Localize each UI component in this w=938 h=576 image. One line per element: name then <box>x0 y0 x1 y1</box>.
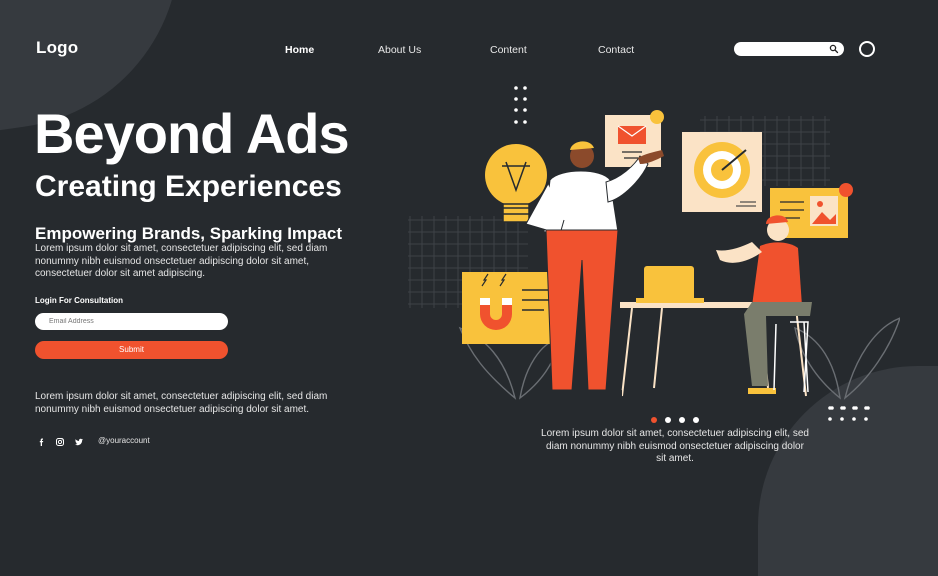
nav-home[interactable]: Home <box>285 44 314 56</box>
hero-tagline: Empowering Brands, Sparking Impact <box>35 224 343 243</box>
carousel-dot-2[interactable] <box>665 417 671 423</box>
facebook-icon[interactable] <box>37 437 47 447</box>
social-handle[interactable]: @youraccount <box>98 436 150 445</box>
hero-title: Beyond Ads <box>34 102 350 165</box>
carousel-dot-3[interactable] <box>679 417 685 423</box>
dots-decor <box>514 86 527 124</box>
carousel-dot-1[interactable] <box>651 417 657 423</box>
twitter-icon[interactable] <box>74 437 84 447</box>
logo[interactable]: Logo <box>36 38 78 58</box>
nav-contact[interactable]: Contact <box>598 44 634 56</box>
search-input[interactable] <box>734 45 832 60</box>
hero-illustration <box>408 86 900 410</box>
form-label: Login For Consultation <box>35 296 123 305</box>
profile-circle-button[interactable] <box>859 41 875 57</box>
footer-text: Lorem ipsum dolor sit amet, consectetuer… <box>35 391 328 415</box>
nav-about-us[interactable]: About Us <box>378 44 421 56</box>
carousel-caption: Lorem ipsum dolor sit amet, consectetuer… <box>541 428 809 464</box>
nav-content[interactable]: Content <box>490 44 527 56</box>
search-bar[interactable] <box>734 42 844 60</box>
submit-button[interactable]: Submit <box>35 341 228 359</box>
email-field[interactable] <box>35 313 228 330</box>
instagram-icon[interactable] <box>55 437 65 447</box>
hero-description: Lorem ipsum dolor sit amet, consectetuer… <box>35 243 328 279</box>
hero-subtitle: Creating Experiences <box>35 170 342 203</box>
search-icon[interactable] <box>829 44 839 54</box>
magnet-card <box>462 272 560 344</box>
standing-man <box>525 141 664 396</box>
carousel-dot-4[interactable] <box>693 417 699 423</box>
target-card <box>682 132 762 212</box>
dots-decor-bottom <box>828 406 868 421</box>
